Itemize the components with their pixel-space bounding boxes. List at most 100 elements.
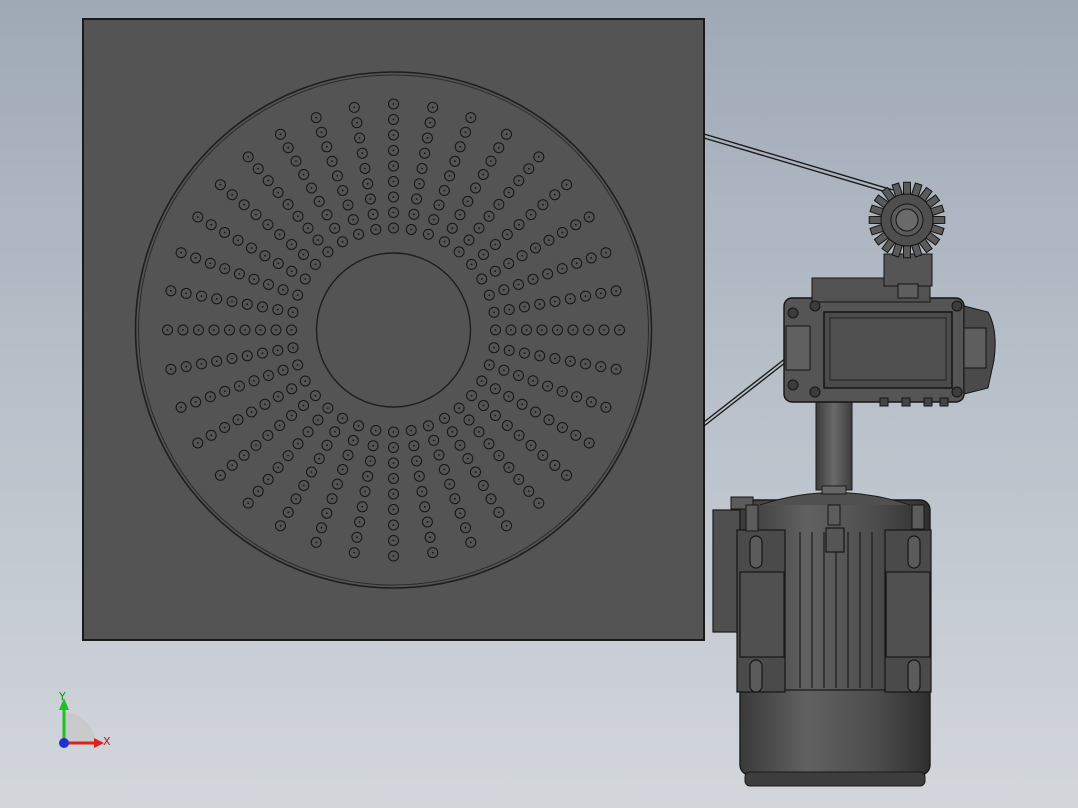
disk-hole-center <box>196 216 199 218</box>
disk-hole-center <box>556 329 559 331</box>
disk-hole-center <box>459 444 461 447</box>
disk-hole-center <box>366 182 369 185</box>
disk-hole-center <box>223 267 226 270</box>
disk-hole-center <box>326 444 328 447</box>
disk-hole-center <box>538 303 541 306</box>
motor-shaft <box>815 397 853 491</box>
disk-hole-center <box>418 475 421 478</box>
disk-hole-center <box>392 134 395 136</box>
disk-hole-center <box>255 213 257 216</box>
disk-hole-center <box>219 474 222 477</box>
disk-hole-center <box>541 329 543 331</box>
x-axis-label: X <box>103 735 111 748</box>
disk-hole-center <box>448 175 451 177</box>
disk-hole-center <box>259 329 262 331</box>
disk-hole-center <box>287 511 290 514</box>
disk-hole-center <box>605 406 607 409</box>
disk-hole-center <box>170 289 172 292</box>
disk-hole-center <box>341 240 344 243</box>
disk-hole-center <box>532 278 534 281</box>
disk-hole-center <box>523 352 526 354</box>
disk-hole-center <box>506 233 509 236</box>
disk-hole-center <box>250 247 253 249</box>
disk-hole-center <box>574 223 577 226</box>
disk-hole-center <box>451 227 454 230</box>
disk-hole-center <box>431 551 434 554</box>
gear-hub <box>895 208 919 232</box>
disk-hole-center <box>277 191 279 194</box>
disk-hole-center <box>182 329 184 331</box>
disk-hole-center <box>508 191 510 194</box>
disk-hole-center <box>392 180 395 183</box>
disk-hole-center <box>223 231 226 234</box>
disk-hole-center <box>290 329 293 331</box>
disk-hole-center <box>257 490 260 493</box>
disk-hole-center <box>546 273 549 275</box>
disk-hole-center <box>538 354 541 357</box>
disk-hole-center <box>209 395 212 398</box>
disk-hole-center <box>494 414 497 417</box>
disk-hole-center <box>561 267 564 270</box>
disk-hole-center <box>326 213 328 216</box>
disk-hole-center <box>432 439 435 442</box>
disk-hole-center <box>542 454 544 457</box>
disk-hole-center <box>325 145 328 148</box>
disk-hole-center <box>443 189 446 192</box>
disk-hole-center <box>572 329 574 331</box>
disk-hole-center <box>278 424 281 427</box>
disk-hole-center <box>429 121 431 124</box>
disk-hole-center <box>466 200 469 203</box>
disk-hole-center <box>257 167 260 170</box>
cad-viewport[interactable]: Y X <box>0 0 1078 808</box>
disk-hole-center <box>498 203 500 206</box>
disk-hole-center <box>237 418 239 421</box>
disk-hole-center <box>392 103 395 105</box>
disk-hole-center <box>219 183 222 186</box>
disk-hole-center <box>297 215 299 218</box>
disk-hole-center <box>584 363 587 365</box>
disk-hole-center <box>347 204 349 206</box>
disk-hole-center <box>392 149 395 152</box>
disk-hole-center <box>185 292 188 295</box>
disk-hole-center <box>482 484 485 487</box>
disk-hole-center <box>297 442 299 445</box>
disk-hole-center <box>470 263 473 266</box>
disk-hole-center <box>317 419 319 421</box>
disk-hole-center <box>530 213 532 216</box>
disk-hole-center <box>372 444 374 447</box>
disk-hole-center <box>200 295 203 297</box>
bevel-gear[interactable] <box>868 181 946 259</box>
z-axis-dot <box>59 738 69 748</box>
disk-hole-center <box>590 401 593 403</box>
disk-hole-center <box>357 233 360 236</box>
disk-hole-center <box>366 475 369 478</box>
disk-hole-center <box>180 251 183 254</box>
disk-hole-center <box>494 329 497 331</box>
disk-hole-center <box>310 471 313 473</box>
disk-hole-center <box>537 502 540 504</box>
disk-hole-center <box>534 411 537 413</box>
disk-hole-center <box>584 295 587 297</box>
disk-hole-center <box>228 329 231 331</box>
disk-hole-center <box>267 374 270 377</box>
disk-hole-center <box>295 498 297 500</box>
disk-hole-center <box>356 536 358 539</box>
disk-hole-center <box>392 539 395 542</box>
disk-hole-center <box>267 223 269 226</box>
disk-hole-center <box>553 193 556 196</box>
disk-hole-center <box>215 297 218 300</box>
motor-assembly[interactable] <box>712 181 996 787</box>
perforated-plate[interactable] <box>82 18 705 641</box>
disk-hole-center <box>315 541 318 544</box>
disk-hole-center <box>215 360 218 363</box>
disk-hole-center <box>587 329 590 331</box>
disk-hole-center <box>618 329 621 331</box>
disk-hole-center <box>392 431 395 433</box>
disk-hole-center <box>599 292 602 295</box>
disk-hole-center <box>443 468 446 471</box>
disk-hole-center <box>210 223 213 226</box>
disk-hole-center <box>565 474 568 477</box>
disk-hole-center <box>525 329 528 331</box>
disk-hole-center <box>327 407 329 409</box>
disk-hole-center <box>247 502 250 504</box>
